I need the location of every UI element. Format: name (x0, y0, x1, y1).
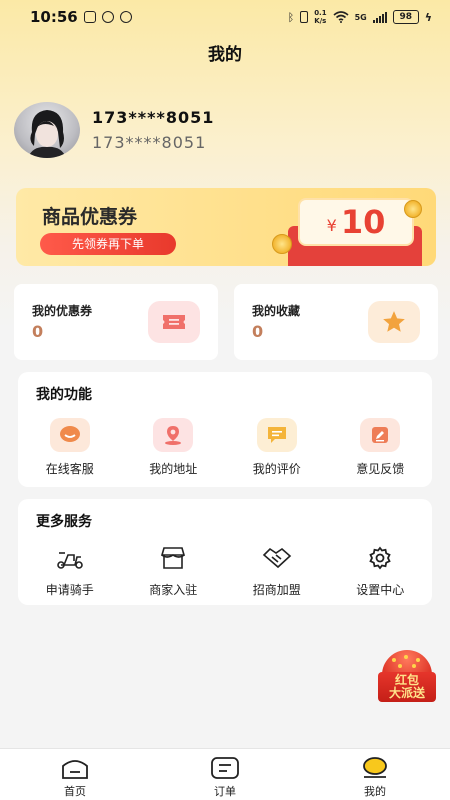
net-speed-unit: K/s (314, 17, 327, 25)
scooter-icon (50, 543, 90, 573)
nav-orders[interactable]: 订单 (150, 749, 300, 800)
coupon-banner-title: 商品优惠券 (42, 206, 138, 228)
signal-icon (372, 11, 387, 23)
avatar[interactable] (14, 102, 80, 158)
star-icon (368, 301, 420, 343)
avatar-image (28, 110, 66, 158)
my-address-item[interactable]: 我的地址 (122, 418, 226, 477)
online-service-label: 在线客服 (45, 462, 94, 476)
user-name: 173****8051 (92, 108, 215, 127)
notification-icon (101, 11, 114, 23)
coin-icon (272, 234, 292, 254)
net-speed: 0.1 K/s (314, 9, 326, 25)
order-icon (209, 755, 241, 781)
nav-home[interactable]: 首页 (0, 749, 150, 800)
home-icon (59, 755, 91, 781)
merchant-join-item[interactable]: 商家入驻 (122, 543, 226, 598)
coupon-currency: ¥ (326, 215, 337, 235)
red-packet-line2: 大派送 (388, 686, 425, 700)
nav-orders-label: 订单 (214, 785, 236, 798)
apply-rider-label: 申请骑手 (45, 583, 94, 597)
comment-icon (256, 418, 297, 452)
settings-icon (360, 543, 400, 573)
nfc-icon (83, 11, 96, 23)
battery-icon: 98 (392, 10, 419, 24)
battery-level: 98 (399, 12, 412, 22)
coin-icon (404, 200, 422, 218)
more-services-section: 更多服务 申请骑手 商家入驻 招商加盟 设置中心 (18, 499, 432, 605)
edit-icon (360, 418, 401, 452)
claim-coupon-button[interactable]: 先领券再下单 (40, 233, 176, 255)
merchant-join-label: 商家入驻 (149, 583, 198, 597)
my-coupons-count: 0 (32, 322, 44, 341)
franchise-item[interactable]: 招商加盟 (225, 543, 329, 598)
store-icon (153, 543, 193, 573)
coupon-amount: 10 (340, 203, 386, 241)
coupon-banner[interactable]: 商品优惠券 先领券再下单 ¥ 10 (16, 188, 436, 266)
ticket-icon (148, 301, 200, 343)
online-service-item[interactable]: 在线客服 (18, 418, 122, 477)
my-reviews-item[interactable]: 我的评价 (225, 418, 329, 477)
bottom-nav: 首页 订单 我的 (0, 748, 450, 800)
feedback-item[interactable]: 意见反馈 (329, 418, 433, 477)
my-address-label: 我的地址 (149, 462, 198, 476)
nav-profile[interactable]: 我的 (300, 749, 450, 800)
charging-icon: ϟ (424, 10, 432, 24)
nav-profile-label: 我的 (364, 785, 386, 798)
bluetooth-icon: ᛒ (287, 10, 295, 24)
settings-label: 设置中心 (356, 583, 405, 597)
apply-rider-item[interactable]: 申请骑手 (18, 543, 122, 598)
my-coupons-card[interactable]: 我的优惠券 0 (14, 284, 218, 360)
red-packet-label: 红包 大派送 (378, 672, 436, 702)
my-coupons-label: 我的优惠券 (32, 304, 93, 318)
nav-home-label: 首页 (64, 785, 86, 798)
net-speed-value: 0.1 (314, 9, 327, 17)
my-favorites-label: 我的收藏 (252, 304, 301, 318)
network-type: 5G (354, 12, 367, 22)
chat-icon (49, 418, 90, 452)
wifi-icon (333, 11, 349, 23)
envelope-card: ¥ 10 (298, 198, 414, 246)
red-packet-promo[interactable]: 红包 大派送 (378, 650, 436, 702)
vibrate-icon (300, 11, 309, 23)
my-reviews-label: 我的评价 (252, 462, 301, 476)
handshake-icon (257, 543, 297, 573)
my-functions-title: 我的功能 (36, 387, 92, 403)
profile-icon (359, 755, 391, 781)
status-time: 10:56 (30, 8, 78, 26)
settings-item[interactable]: 设置中心 (329, 543, 433, 598)
franchise-label: 招商加盟 (252, 583, 301, 597)
feedback-label: 意见反馈 (356, 462, 405, 476)
user-phone: 173****8051 (92, 133, 207, 152)
more-services-title: 更多服务 (36, 514, 92, 530)
my-favorites-count: 0 (252, 322, 264, 341)
page-title: 我的 (208, 45, 242, 65)
status-bar: 10:56 ᛒ 0.1 K/s 5G 98 ϟ (0, 0, 450, 34)
my-functions-section: 我的功能 在线客服 我的地址 我的评价 意见反馈 (18, 372, 432, 487)
red-envelope-graphic: ¥ 10 (272, 198, 424, 266)
location-icon (153, 418, 194, 452)
profile-header[interactable]: 173****8051 173****8051 (14, 102, 214, 158)
my-favorites-card[interactable]: 我的收藏 0 (234, 284, 438, 360)
app-icon (119, 11, 132, 23)
